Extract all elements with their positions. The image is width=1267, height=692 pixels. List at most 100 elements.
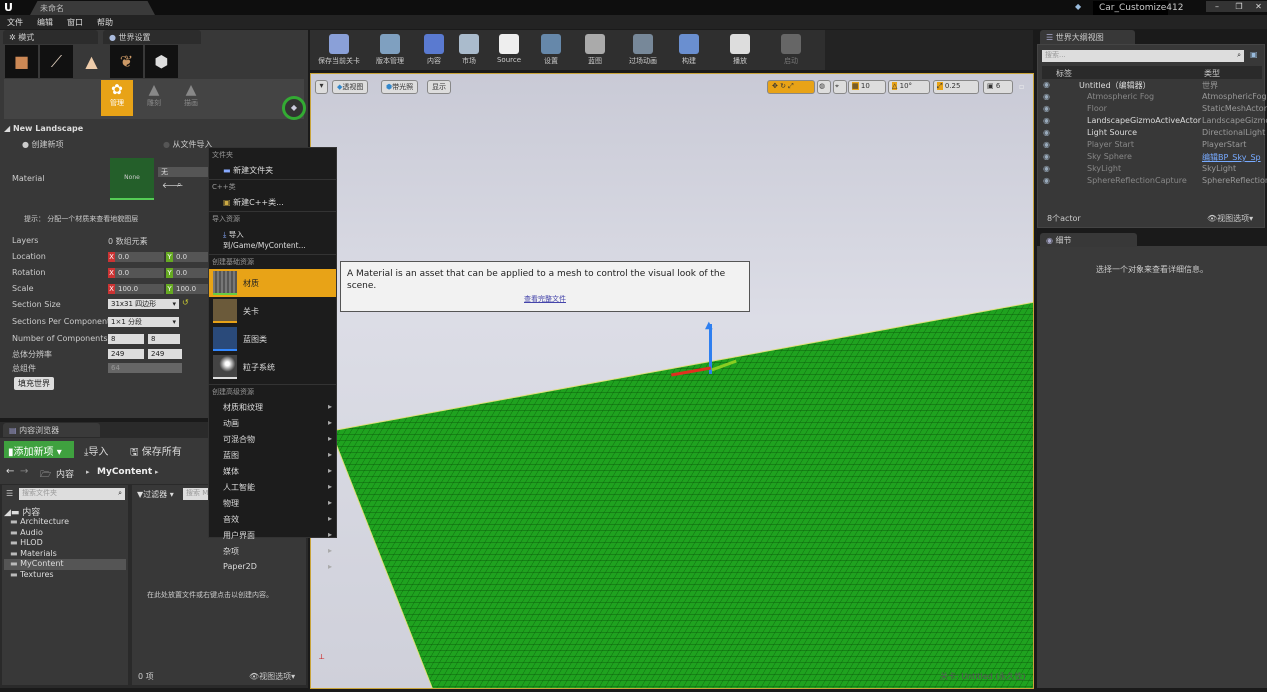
visibility-eye-icon[interactable]: ◉ — [1043, 116, 1050, 125]
menu-item-particle-system[interactable]: 粒子系统 — [209, 353, 336, 381]
maximize-button[interactable]: ❐ — [1228, 1, 1250, 12]
visibility-eye-icon[interactable]: ◉ — [1043, 152, 1050, 161]
filters-button[interactable]: ▼过滤器 ▾ — [137, 489, 174, 500]
visibility-eye-icon[interactable]: ◉ — [1043, 128, 1050, 137]
material-thumbnail[interactable]: None — [110, 158, 154, 200]
toolbar-button[interactable]: 设置 — [534, 30, 568, 70]
menu-help[interactable]: 帮助 — [90, 15, 120, 30]
menu-item-blueprint-class[interactable]: 蓝图类 — [209, 325, 336, 353]
menu-item-advanced[interactable]: 蓝图 ▸ — [209, 447, 336, 463]
surface-snap-icon[interactable]: ⌖ — [833, 80, 847, 94]
folder-item[interactable]: ▬ HLOD — [4, 538, 126, 549]
menu-file[interactable]: 文件 — [0, 15, 30, 30]
reset-icon[interactable]: ↺ — [182, 298, 189, 307]
radio-create-new[interactable]: ● 创建新项 — [22, 139, 64, 150]
menu-item-advanced[interactable]: 用户界面 ▸ — [209, 527, 336, 543]
toolbar-button[interactable]: Source — [490, 30, 528, 70]
section-size-select[interactable]: 31x31 四边形 ▾ — [108, 299, 179, 309]
save-all-button[interactable]: 🖫 保存所有 — [130, 443, 182, 462]
visibility-eye-icon[interactable]: ◉ — [1043, 92, 1050, 101]
menu-item-advanced[interactable]: 材质和纹理 ▸ — [209, 399, 336, 415]
menu-item-new-folder[interactable]: ▬ 新建文件夹 — [209, 162, 336, 179]
resolution-x-field[interactable]: 249 — [108, 349, 144, 359]
breadcrumb-separator-icon[interactable]: ▸ — [86, 468, 90, 476]
num-components-y-field[interactable]: 8 — [148, 334, 180, 344]
lit-button[interactable]: ⬢带光照 — [381, 80, 419, 94]
outliner-row[interactable]: ◉ Atmospheric Fog AtmosphericFog — [1037, 92, 1267, 104]
menu-item-new-cpp-class[interactable]: ▣ 新建C++类... — [209, 194, 336, 211]
sculpt-tool[interactable]: ▲ 雕刻 — [138, 80, 170, 116]
outliner-row[interactable]: ◉ Player Start PlayerStart — [1037, 140, 1265, 152]
transform-mode-buttons[interactable]: ✥ ↻ ⤢ — [767, 80, 815, 94]
gizmo-toggle-button[interactable]: ◆ — [282, 96, 306, 120]
add-new-button[interactable]: ▮添加新项 ▾ — [4, 441, 74, 458]
location-y-field[interactable]: 0.0 — [173, 252, 208, 262]
folder-item[interactable]: ▬ MyContent — [4, 559, 126, 570]
tab-details[interactable]: ◉ 细节 — [1040, 233, 1137, 247]
minimize-button[interactable]: – — [1206, 1, 1228, 12]
create-folder-icon[interactable]: ▣ — [1250, 50, 1258, 59]
toolbar-button[interactable]: 内容 — [420, 30, 448, 70]
toolbar-button[interactable]: 播放 — [720, 30, 760, 70]
tab-world-settings[interactable]: ● 世界设置 — [103, 30, 201, 44]
menu-item-advanced[interactable]: Paper2D ▸ — [209, 559, 336, 573]
tab-content-browser[interactable]: ▤ 内容浏览器 — [3, 423, 100, 437]
menu-item-advanced[interactable]: 物理 ▸ — [209, 495, 336, 511]
close-button[interactable]: ✕ — [1250, 1, 1267, 12]
visibility-eye-icon[interactable]: ◉ — [1043, 164, 1050, 173]
document-tab[interactable]: 未命名 — [30, 1, 155, 15]
scale-x-field[interactable]: 100.0 — [115, 284, 164, 294]
outliner-row[interactable]: ◉ Sky Sphere 编辑BP_Sky_Sp — [1037, 152, 1265, 164]
tab-modes[interactable]: ✲ 模式 — [3, 30, 98, 44]
menu-item-advanced[interactable]: 人工智能 ▸ — [209, 479, 336, 495]
rotation-x-field[interactable]: 0.0 — [115, 268, 164, 278]
paint-tool[interactable]: ▲ 描画 — [175, 80, 207, 116]
visibility-eye-icon[interactable]: ◉ — [1043, 140, 1050, 149]
back-arrow-icon[interactable]: ← — [6, 466, 14, 477]
section-new-landscape[interactable]: ◢ New Landscape — [4, 124, 83, 133]
outliner-row[interactable]: ◉ Light Source DirectionalLight — [1037, 128, 1265, 140]
menu-item-advanced[interactable]: 动画 ▸ — [209, 415, 336, 431]
radio-import-file[interactable]: ● 从文件导入 — [163, 139, 213, 150]
sections-per-component-select[interactable]: 1×1 分段 ▾ — [108, 317, 179, 327]
foliage-mode-icon[interactable]: ❦ — [110, 45, 143, 78]
world-local-icon[interactable]: ◍ — [817, 80, 831, 94]
num-components-x-field[interactable]: 8 — [108, 334, 144, 344]
toolbar-button[interactable]: 市场 — [450, 30, 488, 70]
breadcrumb-mycontent[interactable]: MyContent — [97, 467, 152, 477]
outliner-row[interactable]: ◉ SkyLight SkyLight — [1037, 164, 1265, 176]
outliner-view-options-button[interactable]: 👁视图选项▾ — [1207, 213, 1253, 224]
outliner-row[interactable]: ◉ SphereReflectionCapture SphereReflection — [1037, 176, 1267, 188]
resolution-y-field[interactable]: 249 — [148, 349, 182, 359]
menu-window[interactable]: 窗口 — [60, 15, 90, 30]
toolbar-button[interactable]: 版本管理 — [368, 30, 412, 70]
rotation-snap-button[interactable]: △ 10° — [888, 80, 930, 94]
import-button[interactable]: ⤓导入 — [84, 443, 108, 458]
column-label[interactable]: 标签 — [1056, 68, 1072, 79]
menu-item-material[interactable]: 材质 — [209, 269, 336, 297]
visibility-eye-icon[interactable]: ◉ — [1043, 176, 1050, 185]
search-folders-input[interactable]: 搜索文件夹 ⌕ — [19, 488, 125, 500]
folder-item[interactable]: ▬ Audio — [4, 528, 126, 539]
scale-snap-button[interactable]: ⤢ 0.25 — [933, 80, 979, 94]
menu-item-advanced[interactable]: 可混合物 ▸ — [209, 431, 336, 447]
material-select[interactable]: 无 — [158, 167, 208, 177]
actor-type[interactable]: 编辑BP_Sky_Sp — [1202, 152, 1261, 163]
outliner-search-input[interactable]: 搜索... ⌕ — [1042, 50, 1244, 62]
geometry-mode-icon[interactable]: ⬢ — [145, 45, 178, 78]
browse-search-icon[interactable]: ⌕ — [177, 180, 181, 190]
toolbar-button[interactable]: 蓝图 — [580, 30, 610, 70]
outliner-row[interactable]: ◉ Floor StaticMeshActor — [1037, 104, 1267, 116]
landscape-mode-icon[interactable]: ▲ — [75, 45, 108, 78]
menu-edit[interactable]: 编辑 — [30, 15, 60, 30]
maximize-viewport-icon[interactable]: ▫ — [1019, 82, 1024, 91]
show-button[interactable]: 显示 — [427, 80, 451, 94]
toolbar-button[interactable]: 启动 — [770, 30, 812, 70]
breadcrumb-content[interactable]: 内容 — [56, 467, 74, 480]
folder-item[interactable]: ▬ Textures — [4, 570, 126, 581]
grid-snap-button[interactable]: ▦ 10 — [848, 80, 886, 94]
tab-world-outliner[interactable]: ☰ 世界大纲视图 — [1040, 30, 1135, 44]
paint-mode-icon[interactable]: ⟋ — [40, 45, 73, 78]
folder-item[interactable]: ▬ Architecture — [4, 517, 126, 528]
camera-speed-button[interactable]: ▣ 6 — [983, 80, 1013, 94]
